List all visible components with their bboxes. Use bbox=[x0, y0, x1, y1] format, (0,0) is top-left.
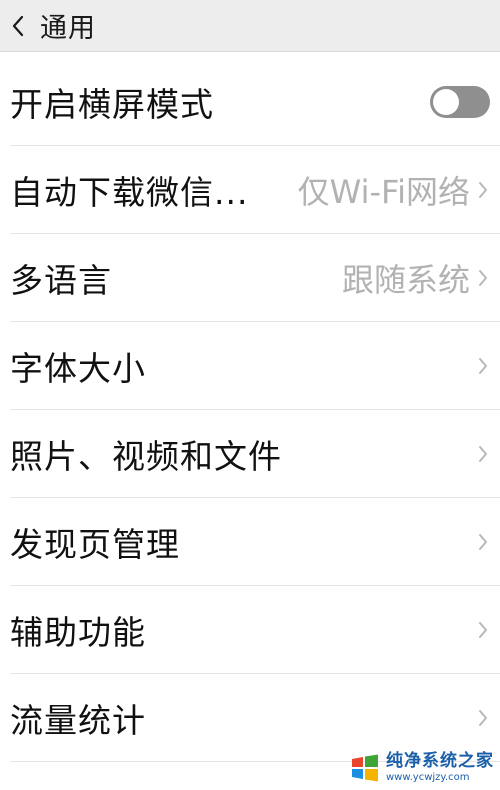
watermark-title: 纯净系统之家 bbox=[386, 751, 494, 771]
chevron-right-icon bbox=[474, 618, 492, 642]
setting-value: 跟随系统 bbox=[341, 260, 470, 299]
setting-label: 辅助功能 bbox=[10, 612, 146, 652]
chevron-right-icon bbox=[474, 442, 492, 466]
setting-row-font-size[interactable]: 字体大小 bbox=[10, 322, 500, 410]
setting-row-traffic[interactable]: 流量统计 bbox=[10, 674, 500, 762]
setting-label: 开启横屏模式 bbox=[10, 84, 214, 124]
top-bar: 通用 bbox=[0, 0, 500, 52]
setting-row-media[interactable]: 照片、视频和文件 bbox=[10, 410, 500, 498]
setting-value: 仅Wi-Fi网络 bbox=[297, 172, 470, 211]
toggle-knob bbox=[433, 88, 459, 115]
setting-row-landscape[interactable]: 开启横屏模式 bbox=[10, 58, 500, 146]
setting-label: 照片、视频和文件 bbox=[10, 436, 282, 476]
back-button[interactable] bbox=[0, 0, 36, 52]
chevron-right-icon bbox=[474, 178, 492, 202]
chevron-right-icon bbox=[474, 530, 492, 554]
page-title: 通用 bbox=[40, 13, 96, 44]
setting-label: 字体大小 bbox=[10, 348, 146, 388]
setting-row-accessibility[interactable]: 辅助功能 bbox=[10, 586, 500, 674]
setting-row-auto-download[interactable]: 自动下载微信... 仅Wi-Fi网络 bbox=[10, 146, 500, 234]
chevron-left-icon bbox=[12, 15, 24, 36]
setting-label: 流量统计 bbox=[10, 700, 146, 740]
landscape-toggle[interactable] bbox=[430, 85, 490, 118]
chevron-right-icon bbox=[474, 354, 492, 378]
watermark-text: 纯净系统之家 www.ycwjzy.com bbox=[386, 753, 494, 783]
windows-logo-icon bbox=[352, 754, 378, 782]
setting-label: 发现页管理 bbox=[10, 524, 180, 564]
setting-row-language[interactable]: 多语言 跟随系统 bbox=[10, 234, 500, 322]
chevron-right-icon bbox=[474, 266, 492, 290]
chevron-right-icon bbox=[474, 706, 492, 730]
settings-list: 开启横屏模式 自动下载微信... 仅Wi-Fi网络 多语言 跟随系统 字体大小 … bbox=[0, 58, 500, 762]
setting-label: 多语言 bbox=[10, 260, 112, 300]
watermark-url: www.ycwjzy.com bbox=[386, 772, 470, 783]
setting-label: 自动下载微信... bbox=[10, 172, 249, 212]
setting-row-discover[interactable]: 发现页管理 bbox=[10, 498, 500, 586]
watermark: 纯净系统之家 www.ycwjzy.com bbox=[350, 750, 494, 786]
